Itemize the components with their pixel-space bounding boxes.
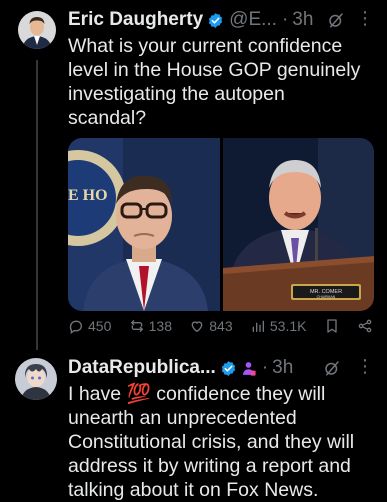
avatar[interactable] xyxy=(18,11,56,49)
tweet-text: I have 💯 confidence they will unearth an… xyxy=(68,382,354,502)
separator-dot: · xyxy=(261,357,269,378)
author-name[interactable]: DataRepublica... xyxy=(68,357,216,379)
like-button[interactable]: 843 xyxy=(189,318,233,334)
bookmark-button[interactable] xyxy=(324,318,340,334)
like-count: 843 xyxy=(209,318,233,334)
share-icon xyxy=(358,319,372,333)
avatar-anime xyxy=(15,358,57,400)
avatar[interactable] xyxy=(15,358,57,400)
svg-text:E HO: E HO xyxy=(68,187,108,204)
views-icon xyxy=(252,320,264,332)
bookmark-icon xyxy=(327,319,337,333)
tweet-text-line: Constitutional crisis, and they will xyxy=(68,431,355,453)
repost-button[interactable]: 138 xyxy=(129,318,172,334)
tweet-text-line: unearth an unprecedented xyxy=(68,407,297,429)
photo-chairman-speaking: MR. COMER CHAIRMAN xyxy=(222,138,374,311)
grok-icon[interactable] xyxy=(327,11,345,29)
photo-man-glasses: E HO xyxy=(68,138,220,311)
timestamp[interactable]: 3h xyxy=(292,9,313,31)
tweet-actions: 450 138 843 53.1K xyxy=(68,318,373,334)
tweet-text-line: level in the House GOP genuinely xyxy=(68,59,361,81)
more-options-icon[interactable]: ⋮ xyxy=(356,8,375,29)
media-photo-right[interactable]: MR. COMER CHAIRMAN xyxy=(222,138,374,311)
tweet-text-line: I have 💯 confidence they will xyxy=(68,382,354,406)
nameplate-subtext: CHAIRMAN xyxy=(316,295,335,299)
repost-icon xyxy=(130,320,143,332)
reply-icon xyxy=(69,320,82,334)
tweet-text: What is your current confidence level in… xyxy=(68,34,360,130)
affiliate-badge-icon xyxy=(242,361,256,376)
tweet-text-segment: confidence they will xyxy=(150,383,326,405)
verified-badge-icon xyxy=(208,12,223,28)
thread-line xyxy=(36,60,38,350)
tweet-text-segment: I have xyxy=(68,383,127,405)
reply-count: 450 xyxy=(88,318,112,334)
heart-icon xyxy=(191,321,203,333)
tweet-eric-daugherty[interactable]: Eric Daugherty @E... · 3h ⋮ What is your… xyxy=(0,0,387,350)
hundred-points-emoji-icon: 💯 xyxy=(126,383,151,405)
tweet-text-line: investigating the autopen xyxy=(68,83,285,105)
tweet-text-line: talking about it on Fox News. xyxy=(68,479,319,501)
author-name[interactable]: Eric Daugherty xyxy=(68,9,203,31)
tweet-text-line: What is your current confidence xyxy=(68,35,343,57)
tweet-datarepublica[interactable]: DataRepublica... · 3h ⋮ I have 💯 confide… xyxy=(0,350,387,502)
tweet-text-line: address it by writing a report and xyxy=(68,455,351,477)
verified-badge-icon xyxy=(221,360,235,376)
timestamp[interactable]: 3h xyxy=(272,357,293,379)
author-handle[interactable]: @E... xyxy=(229,9,277,31)
media-photo-left[interactable]: E HO xyxy=(68,138,220,311)
reply-button[interactable]: 450 xyxy=(68,318,111,334)
grok-icon[interactable] xyxy=(323,359,341,377)
views-button[interactable]: 53.1K xyxy=(250,318,307,334)
share-button[interactable] xyxy=(357,318,373,334)
tweet-media[interactable]: E HO MR. COMER CHAIRMAN xyxy=(68,138,374,311)
separator-dot: · xyxy=(281,9,289,30)
repost-count: 138 xyxy=(148,318,172,334)
more-options-icon[interactable]: ⋮ xyxy=(356,356,375,377)
tweet-text-line: scandal? xyxy=(68,107,147,129)
avatar-photo xyxy=(18,11,56,49)
view-count: 53.1K xyxy=(269,318,307,334)
